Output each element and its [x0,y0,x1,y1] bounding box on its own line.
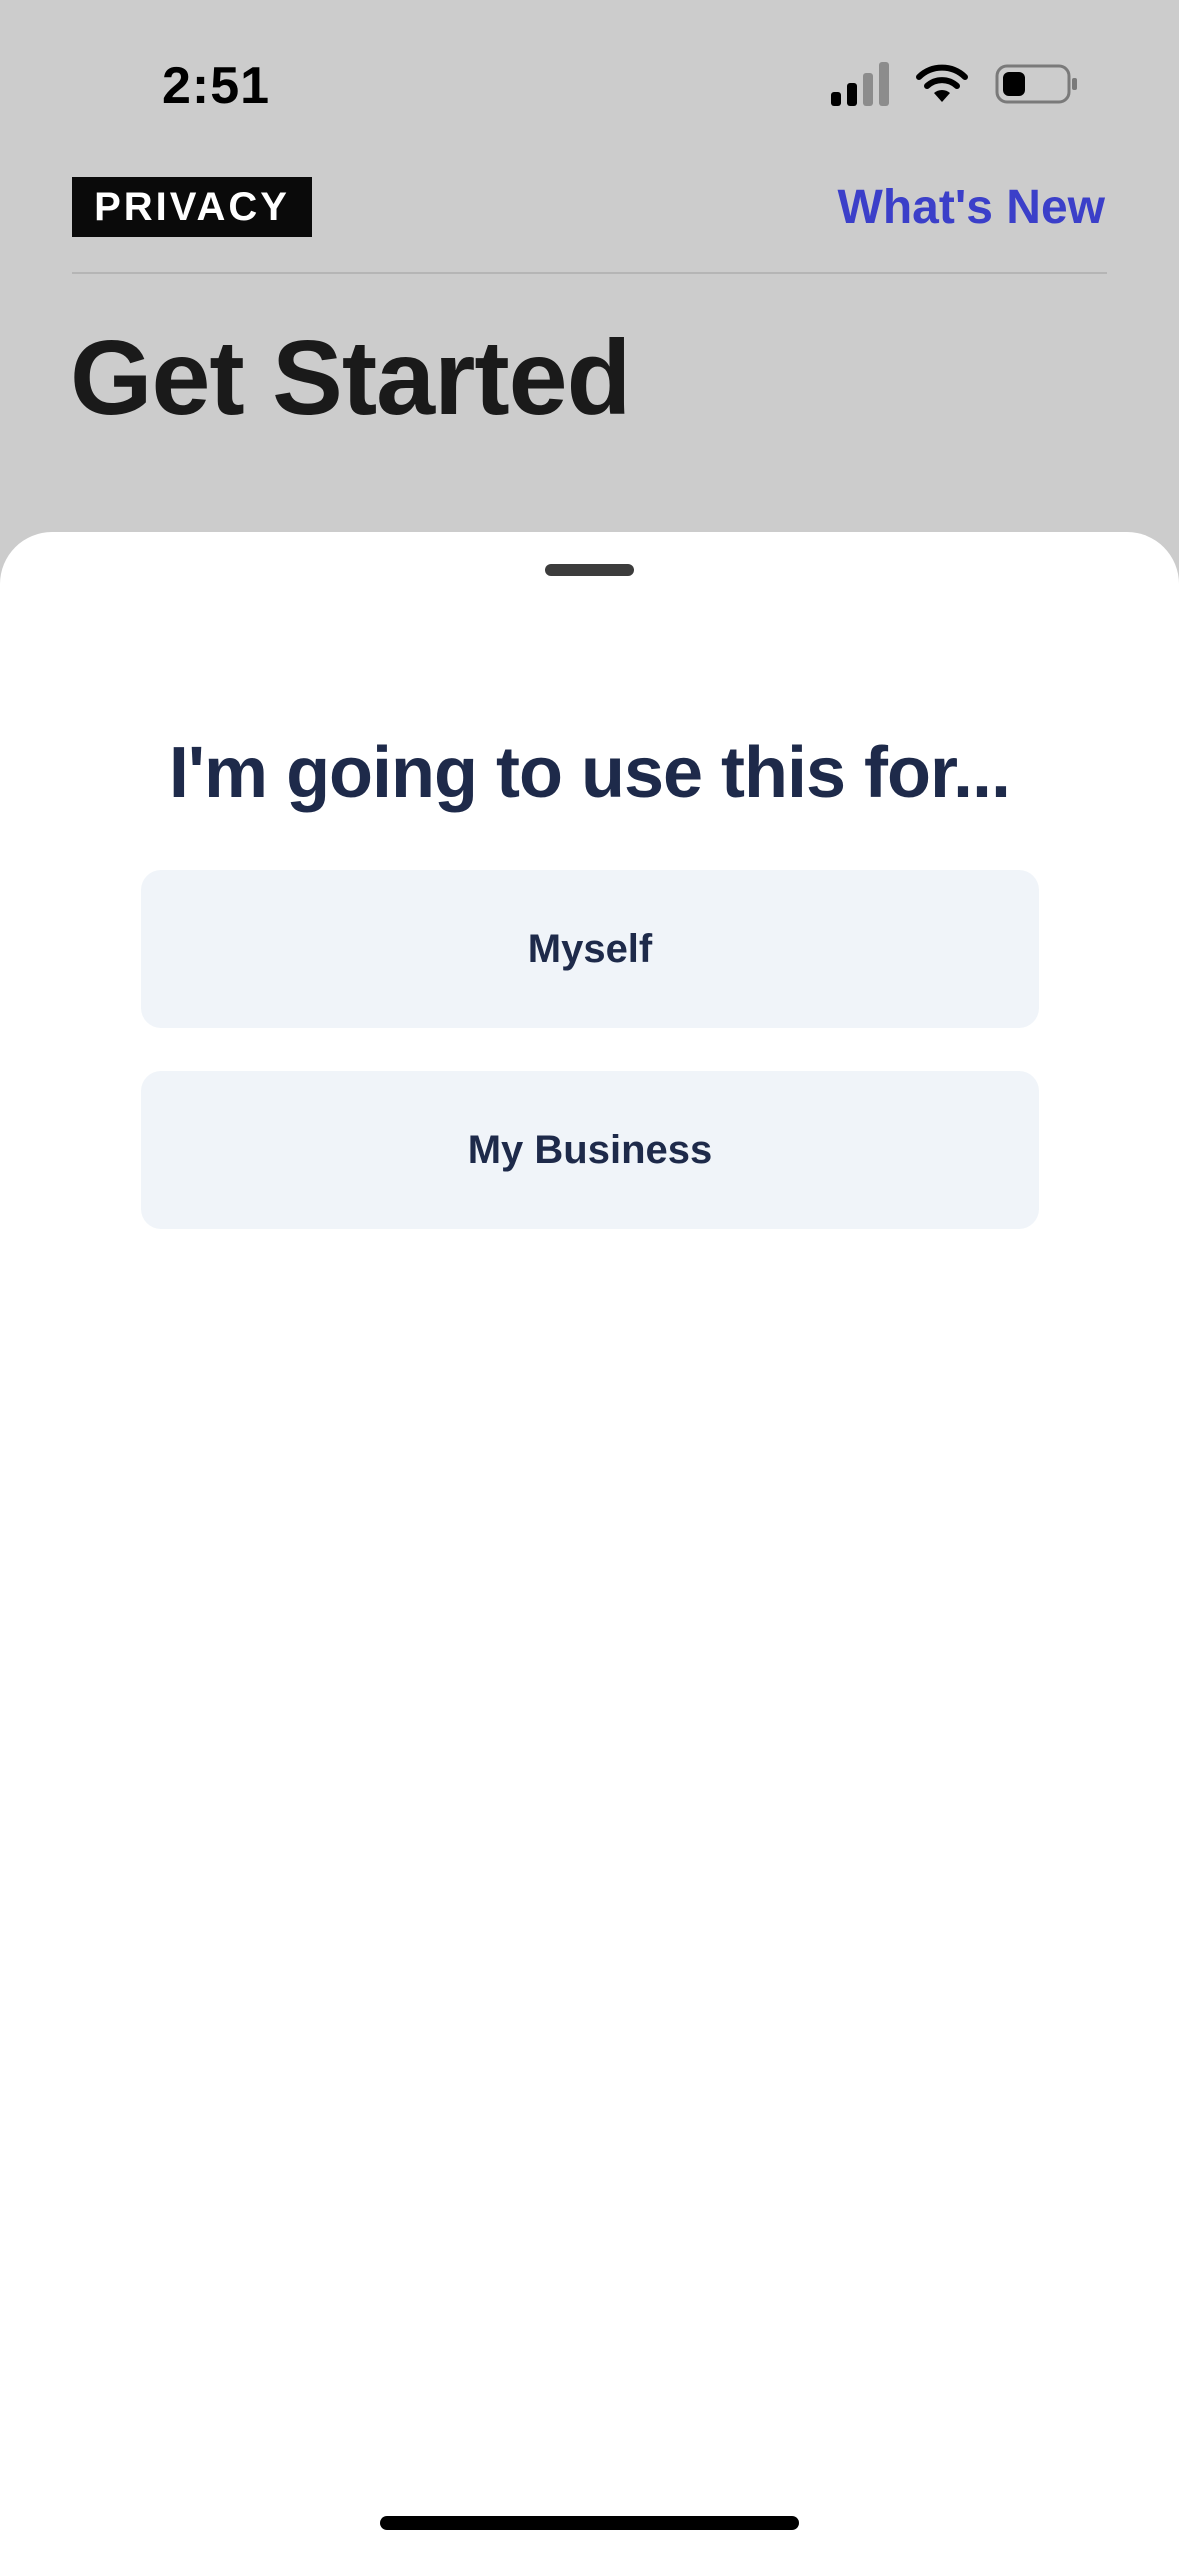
option-myself-label: Myself [527,926,653,971]
wifi-icon [916,64,968,102]
home-indicator [380,2516,799,2530]
battery-icon [995,64,1077,104]
sheet-heading: I'm going to use this for... [168,733,1011,813]
option-my-business-button[interactable]: My Business [141,1071,1039,1229]
option-myself-button[interactable]: Myself [141,870,1039,1028]
header-divider [72,272,1107,274]
status-time: 2:51 [162,57,271,115]
option-my-business-label: My Business [467,1127,713,1172]
sheet-drag-handle[interactable] [545,564,634,576]
whats-new-link[interactable]: What's New [838,180,1105,235]
page-title: Get Started [70,319,631,437]
app-screen: 2:51 PRIVACY What's New Get Started I'm … [0,0,1179,2556]
bottom-sheet: I'm going to use this for... Myself My B… [0,532,1179,2556]
signal-icon [831,62,889,106]
status-icons [831,62,1079,106]
privacy-logo: PRIVACY [72,177,312,237]
